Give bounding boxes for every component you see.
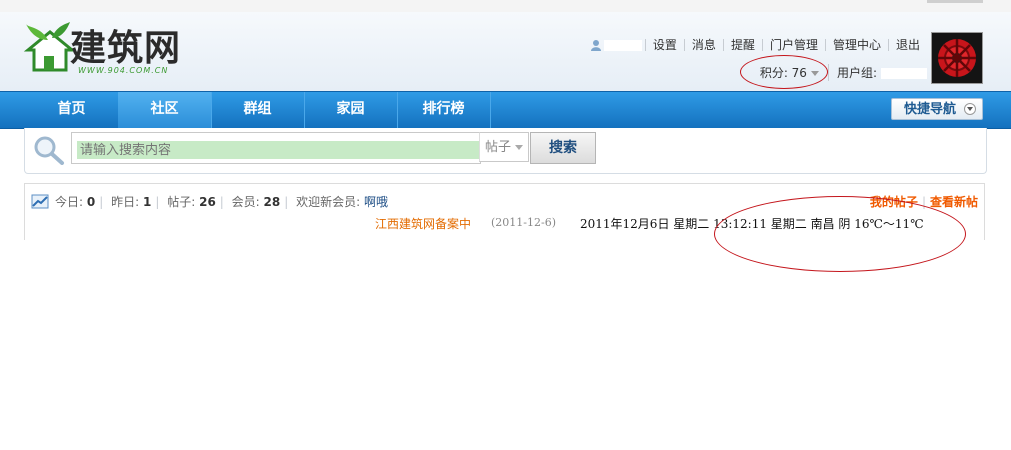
posts-count: 26 xyxy=(199,195,216,209)
admin-center-link[interactable]: 管理中心 xyxy=(824,39,888,51)
messages-link[interactable]: 消息 xyxy=(683,39,723,51)
yesterday-label: 昨日: xyxy=(111,195,140,209)
reminders-link[interactable]: 提醒 xyxy=(722,39,762,51)
logo-subtitle: WWW.904.COM.CN xyxy=(78,66,169,75)
user-links: 设置 消息 提醒 门户管理 管理中心 退出 xyxy=(590,37,927,53)
points-menu[interactable]: 积分: 76 xyxy=(760,64,828,81)
nav-item-rankings[interactable]: 排行榜 xyxy=(397,92,491,128)
welcome-label: 欢迎新会员: xyxy=(296,195,361,209)
logo-text: 建筑网 xyxy=(70,27,182,69)
search-input[interactable] xyxy=(77,141,481,159)
portal-admin-link[interactable]: 门户管理 xyxy=(761,39,825,51)
nav-item-home-space[interactable]: 家园 xyxy=(304,92,398,128)
new-posts-link[interactable]: 查看新帖 xyxy=(930,195,978,209)
forum-stats-bar: 今日: 0 | 昨日: 1 | 帖子: 26 | 会员: 28 | 欢迎新会员: 啊哦 … xyxy=(24,183,985,240)
nav-item-groups[interactable]: 群组 xyxy=(211,92,305,128)
search-type-select[interactable]: 帖子 xyxy=(479,132,529,162)
post-links: 我的帖子 | 查看新帖 xyxy=(869,195,978,209)
avatar[interactable] xyxy=(931,32,983,84)
nav-item-home[interactable]: 首页 xyxy=(25,92,119,128)
usergroup-label: 用户组: xyxy=(827,63,927,81)
nav-item-community[interactable]: 社区 xyxy=(118,92,212,128)
search-button[interactable]: 搜索 xyxy=(530,132,596,164)
top-bar-tab xyxy=(927,0,983,3)
date-weather-text: 2011年12月6日 星期二 13:12:11 星期二 南昌 阴 16℃～11℃ xyxy=(580,217,924,231)
site-logo[interactable]: 建筑网 WWW.904.COM.CN xyxy=(22,20,212,78)
search-panel: 帖子 搜索 xyxy=(24,128,987,174)
today-label: 今日: xyxy=(55,195,84,209)
usergroup-value xyxy=(881,67,927,79)
members-label: 会员: xyxy=(231,195,260,209)
search-type-label: 帖子 xyxy=(485,140,512,155)
quick-nav-label: 快捷导航 xyxy=(904,102,957,117)
search-box xyxy=(71,132,481,164)
stats-line: 今日: 0 | 昨日: 1 | 帖子: 26 | 会员: 28 | 欢迎新会员: 啊哦 xyxy=(55,195,389,209)
chevron-down-icon xyxy=(964,103,976,115)
settings-link[interactable]: 设置 xyxy=(644,39,684,51)
quick-nav-button[interactable]: 快捷导航 xyxy=(891,98,983,120)
user-info-row: 积分: 76 用户组: xyxy=(760,63,927,81)
usergroup-text: 用户组: xyxy=(836,65,877,80)
chevron-down-icon xyxy=(810,70,819,76)
my-posts-link[interactable]: 我的帖子 xyxy=(870,195,918,209)
announcement-date: (2011-12-6) xyxy=(491,216,557,229)
search-icon xyxy=(34,136,64,165)
chart-trend-icon xyxy=(31,194,49,209)
main-nav: 首页 社区 群组 家园 排行榜 快捷导航 xyxy=(0,91,1011,129)
members-count: 28 xyxy=(263,195,281,209)
logout-link[interactable]: 退出 xyxy=(887,39,927,51)
avatar-image xyxy=(932,33,982,83)
posts-label: 帖子: xyxy=(167,195,196,209)
user-icon xyxy=(590,40,601,51)
new-member-link[interactable]: 啊哦 xyxy=(364,195,388,209)
username[interactable] xyxy=(603,39,642,51)
chevron-down-icon xyxy=(515,145,524,150)
points-label: 积分: 76 xyxy=(759,65,807,80)
announcement-link[interactable]: 江西建筑网备案中 xyxy=(375,215,471,232)
today-count: 0 xyxy=(86,195,96,209)
